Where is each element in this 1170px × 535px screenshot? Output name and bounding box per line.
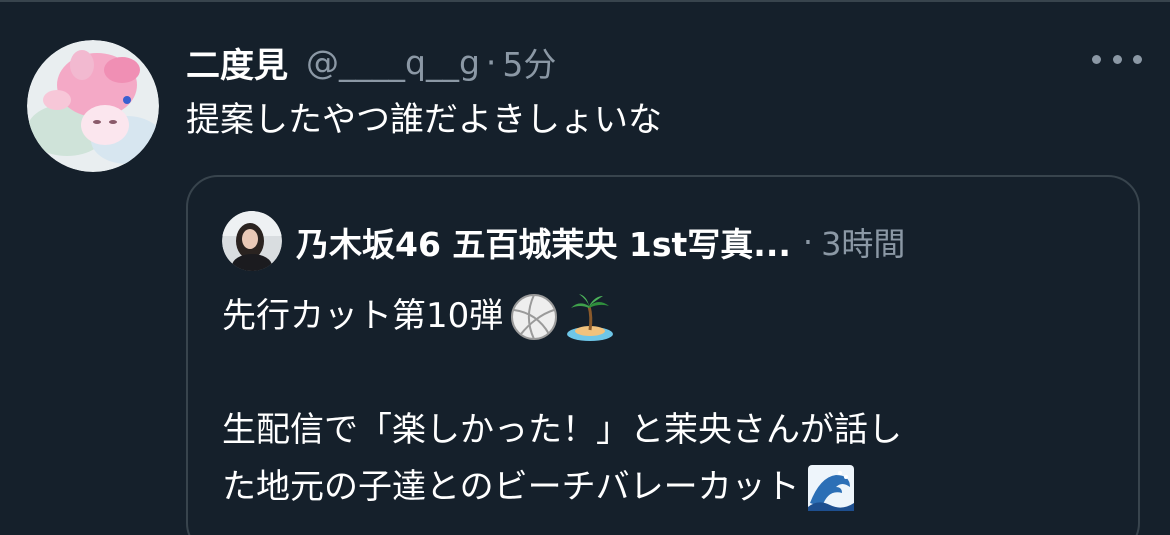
tweet-text: 提案したやつ誰だよきしょいな <box>186 100 662 140</box>
water-wave-emoji-icon <box>806 463 856 513</box>
display-name[interactable]: 二度見 <box>186 38 288 87</box>
quote-avatar[interactable] <box>222 211 282 271</box>
desert-island-emoji-icon <box>565 292 615 342</box>
quote-line-3: た地元の子達とのビーチバレーカット <box>222 459 902 516</box>
quote-line-1-text: 先行カット第10弾 <box>222 296 504 336</box>
quote-line-2: 生配信で「楽しかった！」と茉央さんが話し <box>222 402 902 459</box>
quote-header: 乃木坂46 五百城茉央 1st写真... · 3時間 <box>296 217 905 267</box>
handle[interactable]: @____q__g <box>306 43 480 82</box>
timestamp[interactable]: 5分 <box>502 38 556 86</box>
avatar[interactable] <box>27 40 159 172</box>
quote-line-3-text: た地元の子達とのビーチバレーカット <box>222 467 800 507</box>
more-horizontal-icon <box>1092 54 1101 64</box>
more-horizontal-icon-dot-3 <box>1133 54 1142 64</box>
volleyball-emoji-icon <box>509 292 559 342</box>
quote-line-2-text: 生配信で「楽しかった！」と茉央さんが話し <box>222 410 902 450</box>
more-button[interactable] <box>1092 46 1142 72</box>
separator: · <box>485 42 497 82</box>
quote-separator: · <box>802 223 814 261</box>
quote-display-name[interactable]: 乃木坂46 五百城茉央 1st写真... <box>296 218 791 266</box>
more-horizontal-icon-dot-2 <box>1112 54 1122 64</box>
quote-text: 先行カット第10弾 生配信で「楽しかった！」と茉央さんが話し た地元の子達とのビ… <box>222 288 902 516</box>
top-divider <box>0 0 1170 2</box>
quote-timestamp[interactable]: 3時間 <box>821 219 905 265</box>
quote-line-1: 先行カット第10弾 <box>222 288 902 345</box>
tweet-header: 二度見 @____q__g · 5分 <box>186 38 556 86</box>
quote-spacer <box>222 345 902 402</box>
